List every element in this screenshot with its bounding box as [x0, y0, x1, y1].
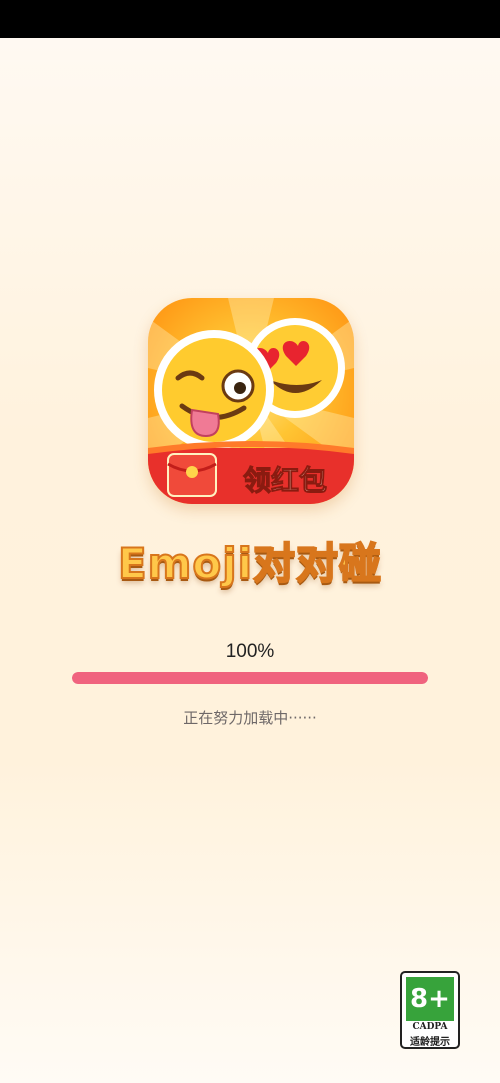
app-title: Emoji对对碰 [117, 538, 383, 589]
app-icon: 领红包 [148, 298, 354, 504]
age-rating-value: 8+ [406, 977, 454, 1021]
age-rating-org: CADPA [412, 1022, 448, 1032]
progress-percent: 100% [225, 641, 275, 662]
status-bar [0, 0, 500, 38]
red-envelope-icon [167, 453, 217, 497]
loading-status-text: 正在努力加载中······ [183, 709, 317, 727]
age-rating-badge[interactable]: 8+ CADPA 适龄提示 [400, 971, 460, 1049]
progress-bar [72, 672, 428, 684]
red-envelope-label: 领红包 [243, 464, 327, 497]
winking-tongue-emoji-icon [154, 330, 274, 450]
age-rating-label: 适龄提示 [410, 1037, 450, 1048]
progress-fill [72, 672, 428, 684]
